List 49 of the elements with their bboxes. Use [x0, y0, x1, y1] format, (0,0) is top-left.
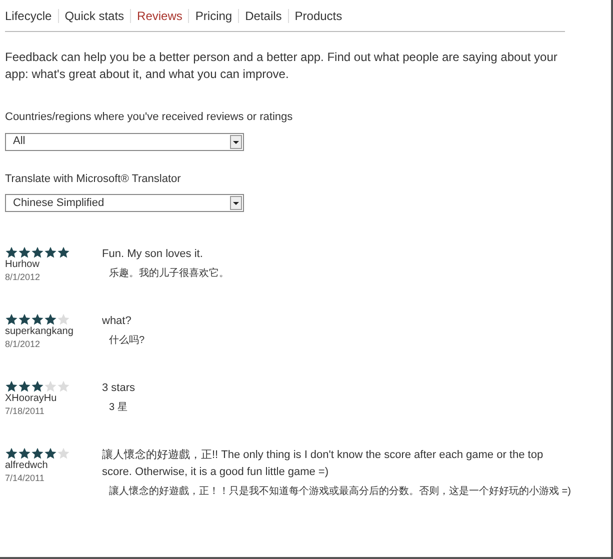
- intro-text: Feedback can help you be a better person and a better app. Find out what people are saying about your app: what's great about it, and what you can improve.: [5, 49, 558, 83]
- review-date: 7/18/2011: [5, 405, 46, 417]
- star-icon: [31, 313, 44, 326]
- nav-tab[interactable]: Lifecycle: [5, 7, 52, 25]
- dropdown-select[interactable]: All: [5, 132, 244, 150]
- caret-icon: [230, 134, 242, 148]
- author-name: Hurhow: [5, 259, 40, 271]
- review-text: 3 stars: [102, 381, 136, 396]
- nav-tab[interactable]: Quick stats: [64, 7, 124, 25]
- star-icon: [31, 447, 44, 460]
- star-icon: [31, 380, 44, 393]
- author-name: XHoorayHu: [5, 393, 58, 405]
- star-icon: [18, 380, 31, 393]
- star-icon: [57, 380, 70, 393]
- star-icon: [44, 313, 57, 326]
- filter-label: Translate with Microsoft® Translator: [5, 172, 182, 186]
- star-icon: [5, 380, 18, 393]
- review-date: 8/1/2012: [5, 271, 42, 283]
- star-icon: [5, 246, 18, 259]
- star-icon: [18, 246, 31, 259]
- translated-text: 什么吗?: [108, 334, 146, 348]
- star-icon: [18, 447, 31, 460]
- author-name: alfredwch: [5, 460, 49, 472]
- translated-text: 3 星: [108, 401, 128, 415]
- review-text: 讓人懷念的好遊戲，正!! The only thing is I don't know the score after each game or the top score. Otherwise, it is a good fun little game =): [102, 448, 544, 480]
- star-icon: [57, 447, 70, 460]
- star-icon: [57, 313, 70, 326]
- translated-text: 乐趣。我的儿子很喜欢它。: [108, 267, 230, 281]
- star-icon: [5, 447, 18, 460]
- filter-label: Countries/regions where you've received reviews or ratings: [5, 110, 294, 125]
- star-icon: [44, 380, 57, 393]
- review-text: Fun. My son loves it.: [102, 247, 204, 262]
- nav-tab[interactable]: Pricing: [195, 7, 232, 25]
- star-icon: [44, 246, 57, 259]
- review-text: what?: [102, 314, 132, 329]
- nav-tab[interactable]: Details: [245, 7, 282, 25]
- star-icon: [31, 246, 44, 259]
- nav-tab[interactable]: Reviews: [137, 7, 182, 25]
- nav-tab[interactable]: Products: [294, 7, 342, 25]
- author-name: superkangkang: [5, 326, 74, 338]
- star-icon: [57, 246, 70, 259]
- review-date: 8/1/2012: [5, 338, 42, 350]
- dropdown-select[interactable]: Chinese Simplified: [5, 194, 244, 212]
- star-icon: [5, 313, 18, 326]
- review-date: 7/14/2011: [5, 472, 46, 484]
- star-icon: [18, 313, 31, 326]
- caret-icon: [230, 196, 242, 210]
- star-icon: [44, 447, 57, 460]
- translated-text: 讓人懷念的好遊戲，正！！只是我不知道每个游戏或最高分后的分数。否则，这是一个好好玩的小游戏 =): [108, 485, 572, 499]
